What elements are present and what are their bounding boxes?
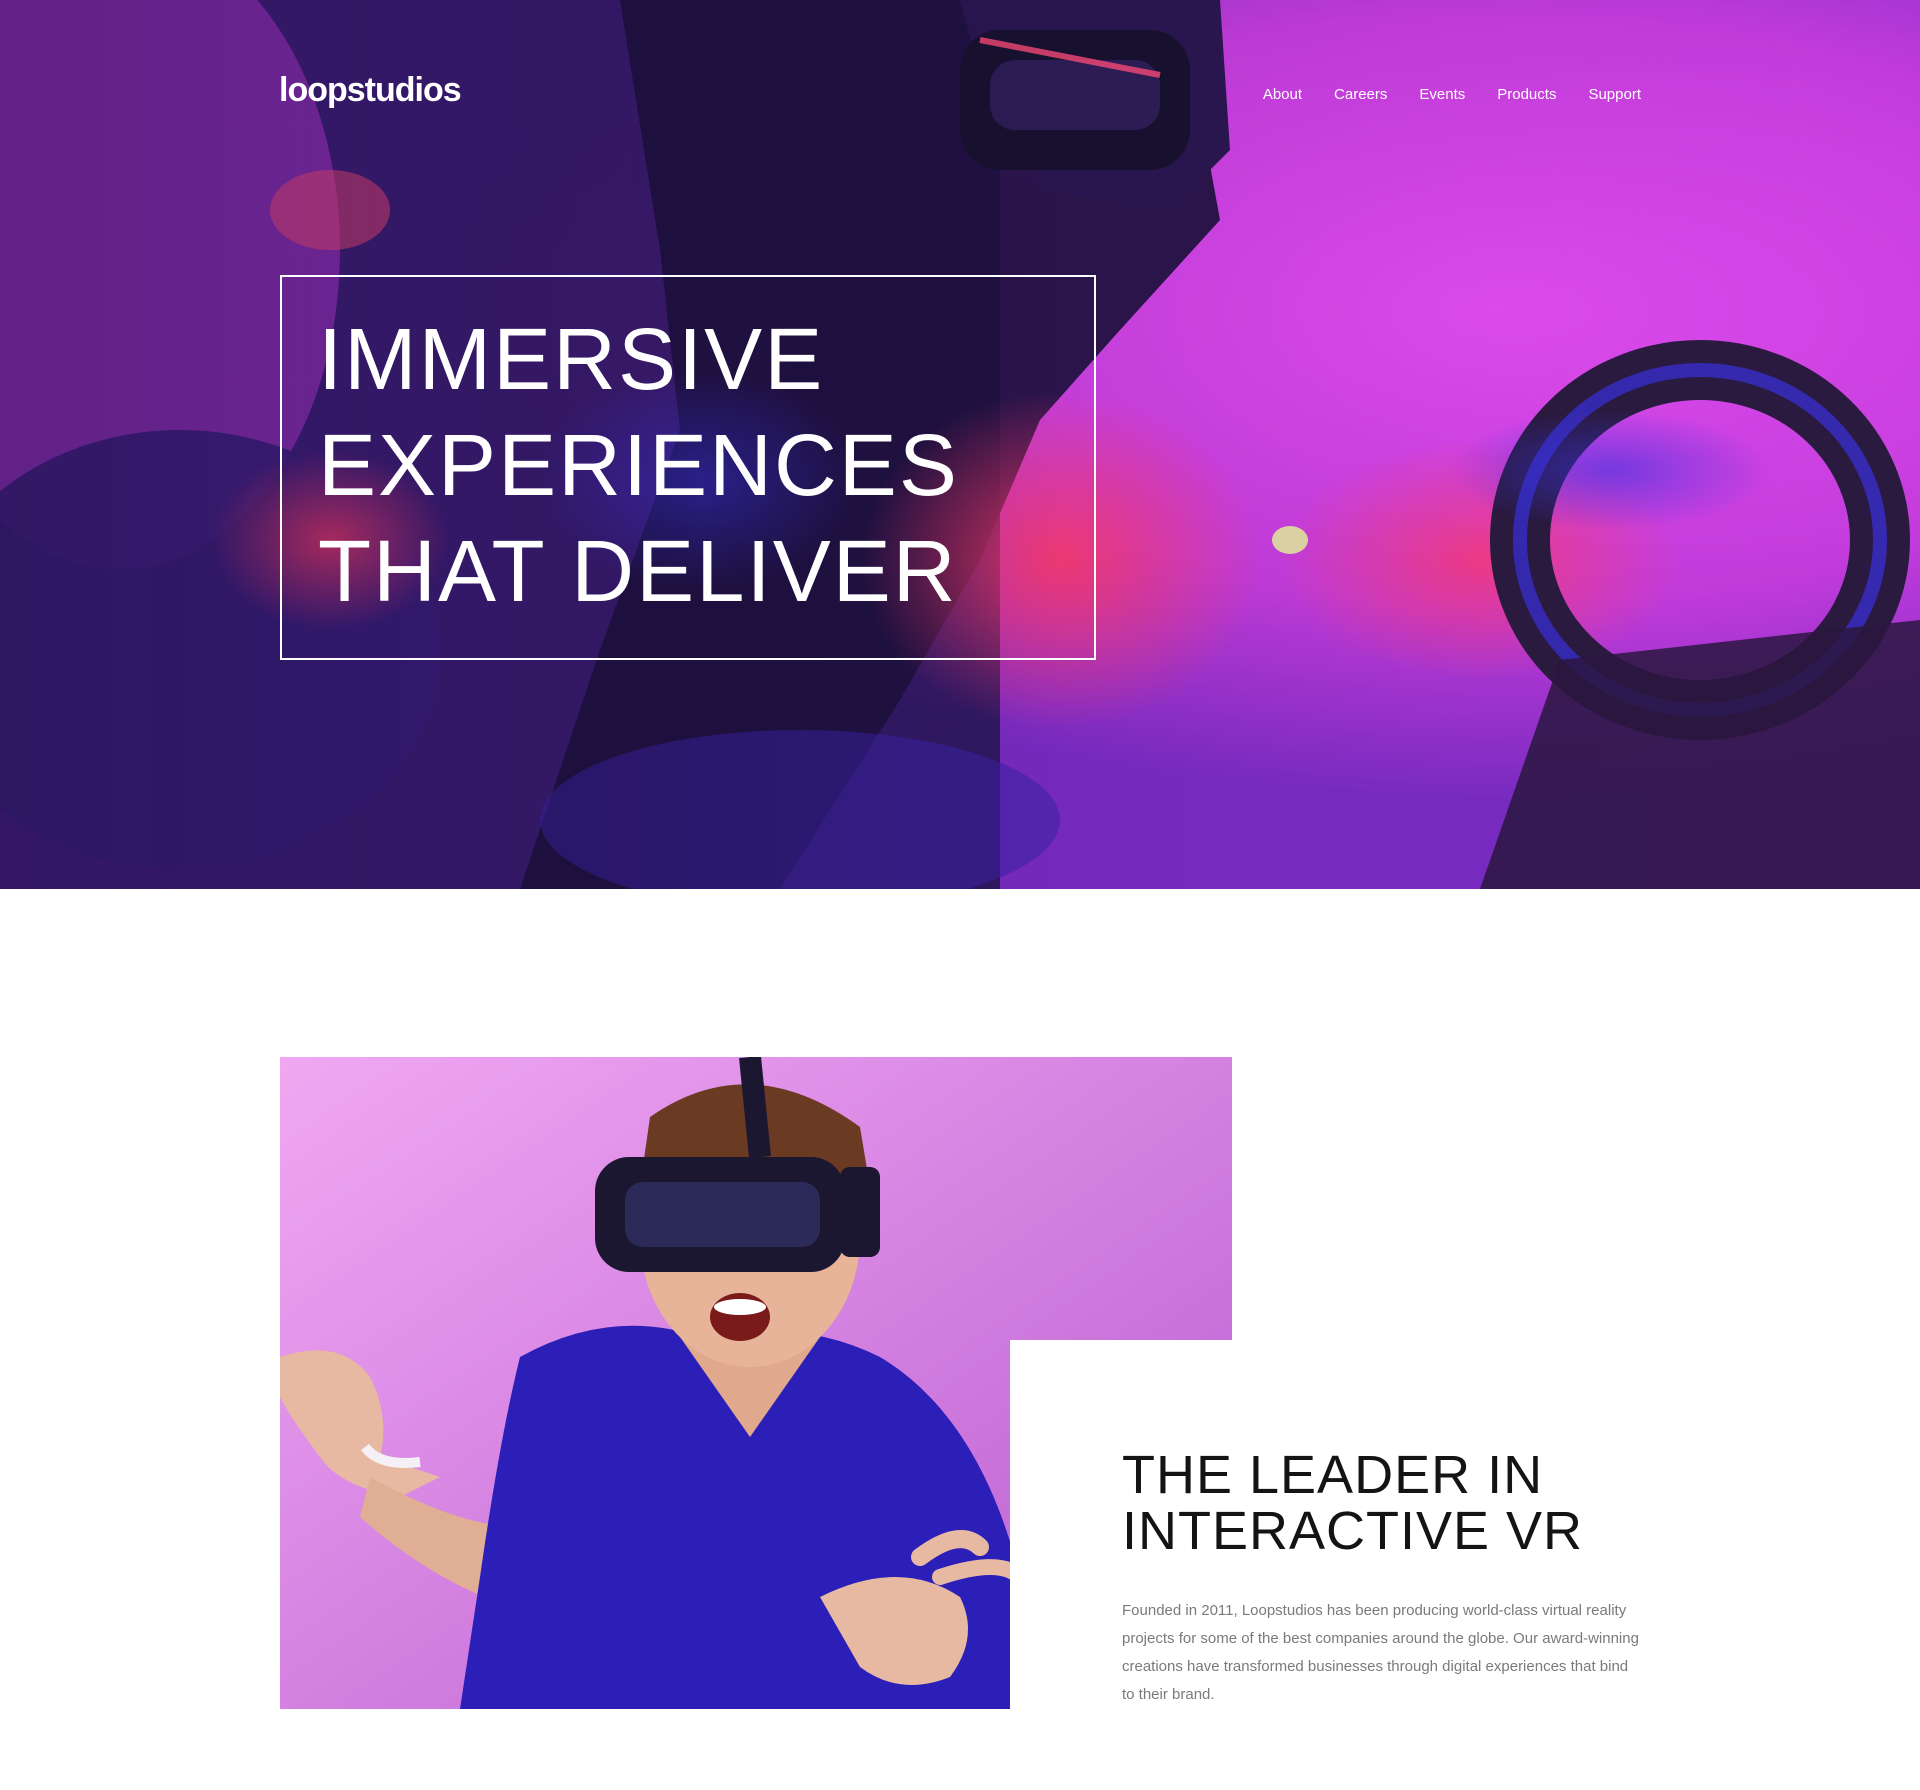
about-title-line: THE LEADER IN [1122,1445,1544,1505]
hero-title-line: THAT DELIVER [318,523,958,620]
hero-title: IMMERSIVE EXPERIENCES THAT DELIVER [318,307,1058,625]
hero-title-line: EXPERIENCES [318,417,959,514]
nav-item-events[interactable]: Events [1419,86,1465,103]
hero-title-line: IMMERSIVE [318,311,825,408]
nav-item-careers[interactable]: Careers [1334,86,1387,103]
hero-headline-box: IMMERSIVE EXPERIENCES THAT DELIVER [280,275,1096,660]
logo[interactable]: loopstudios [279,71,462,110]
main-nav: About Careers Events Products Support [1231,86,1641,103]
hero-section: loopstudios About Careers Events Product… [0,0,1920,889]
about-description: Founded in 2011, Loopstudios has been pr… [1122,1602,1639,1703]
nav-item-support[interactable]: Support [1588,86,1641,103]
nav-item-about[interactable]: About [1263,86,1302,103]
about-title-line: INTERACTIVE VR [1122,1501,1584,1561]
about-title: THE LEADER IN INTERACTIVE VR [1122,1447,1642,1559]
nav-item-products[interactable]: Products [1497,86,1556,103]
